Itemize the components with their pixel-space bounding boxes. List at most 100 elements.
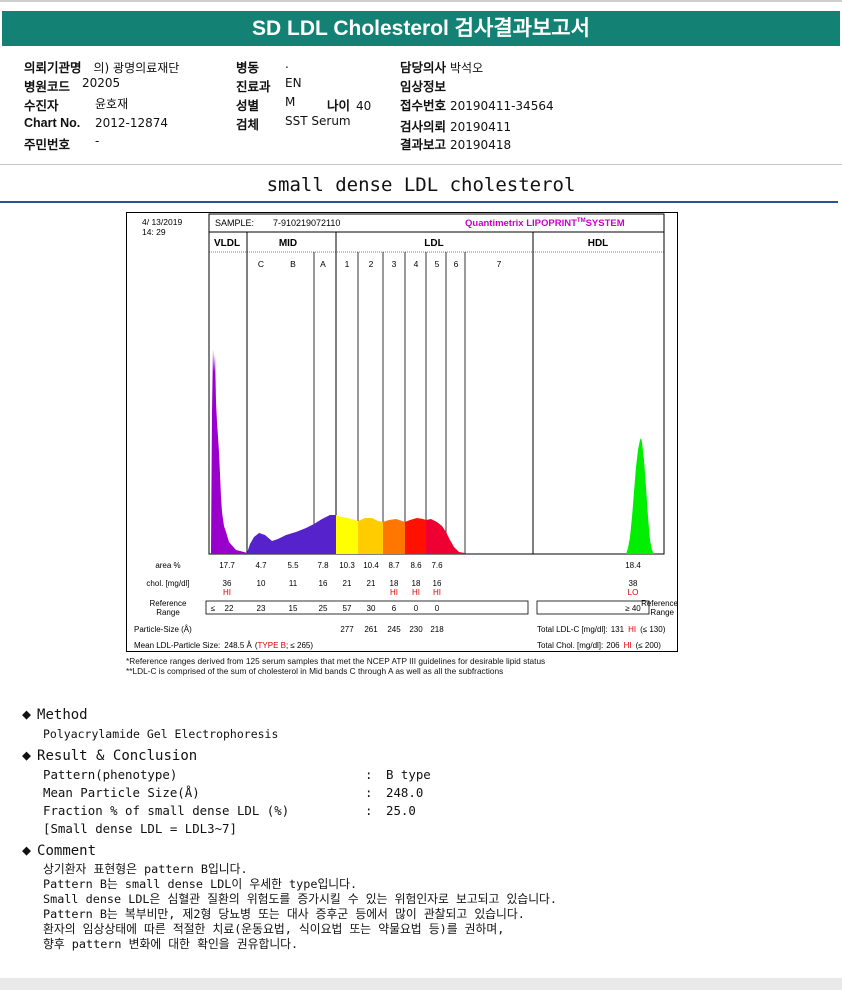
- doctor-value: 박석오: [450, 61, 484, 75]
- ldl5-band: [426, 519, 465, 554]
- result-sep-0: :: [365, 767, 373, 782]
- result-note: [Small dense LDL = LDL3~7]: [43, 821, 237, 836]
- ref-c: 23: [257, 604, 266, 613]
- diamond-bullet-icon: ◆: [22, 746, 32, 764]
- age-label: 나이: [327, 99, 351, 113]
- chol-vldl: 36: [223, 579, 232, 588]
- resident-no-row: 주민번호 -: [24, 134, 99, 153]
- chol-c: 10: [257, 579, 266, 588]
- institution-label: 의뢰기관명: [24, 61, 82, 75]
- clinical-info-label: 임상정보: [400, 80, 447, 94]
- ref-b: 15: [289, 604, 298, 613]
- chart-no-row: Chart No. 2012-12874: [24, 116, 168, 130]
- size-4: 230: [409, 625, 423, 634]
- lipoprint-panel: 4/ 13/2019 14: 29 SAMPLE: 7-910219072110…: [126, 212, 678, 652]
- sex-value: M: [285, 95, 296, 109]
- area-a: 7.8: [317, 561, 329, 570]
- area-vldl: 17.7: [219, 561, 235, 570]
- sex-row: 성별 M: [236, 95, 295, 114]
- receipt-no-label: 접수번호: [400, 99, 447, 113]
- clinical-info-row: 임상정보: [400, 76, 450, 95]
- department-value: EN: [285, 76, 302, 90]
- flag-vldl: HI: [223, 588, 231, 597]
- age-row: 나이 40: [327, 95, 371, 114]
- system-name: Quantimetrix LIPOPRINTTMSYSTEM: [465, 218, 625, 229]
- size-3: 245: [387, 625, 401, 634]
- chol-5: 16: [433, 579, 442, 588]
- request-date-row: 검사의뢰 20190411: [400, 116, 511, 135]
- divider: [0, 164, 842, 165]
- result-heading: ◆ Result & Conclusion: [22, 746, 198, 764]
- comment-line-2: Small dense LDL은 심혈관 질환의 위험도를 증가시킬 수 있는 …: [43, 892, 558, 906]
- area-5: 7.6: [431, 561, 443, 570]
- group-ldl: LDL: [424, 238, 443, 249]
- band-1: 1: [345, 259, 350, 269]
- area-hdl: 18.4: [625, 561, 641, 570]
- chart-no-value: 2012-12874: [95, 116, 169, 130]
- ref-vldl: 22: [225, 604, 234, 613]
- chol-2: 21: [367, 579, 376, 588]
- total-chol-row: Total Chol. [mg/dl]: 206 HI (≤ 200): [537, 641, 661, 650]
- mean-size-row: Mean LDL-Particle Size: 248.5 Å (TYPE B; ≤…: [134, 641, 313, 650]
- flag-5: HI: [433, 588, 441, 597]
- specimen-value: SST Serum: [285, 114, 351, 128]
- particle-label: Particle-Size (Å): [134, 625, 192, 634]
- sex-label: 성별: [236, 99, 260, 113]
- band-3: 3: [392, 259, 397, 269]
- ref-vldl-symbol: ≤: [211, 604, 216, 613]
- ref-a: 25: [319, 604, 328, 613]
- department-row: 진료과 EN: [236, 76, 302, 95]
- chol-3: 18: [390, 579, 399, 588]
- footnote-1: *Reference ranges derived from 125 serum…: [126, 656, 546, 666]
- band-a: A: [320, 259, 326, 269]
- ldl1-band: [336, 515, 358, 554]
- chol-hdl: 38: [629, 579, 638, 588]
- method-text: Polyacrylamide Gel Electrophoresis: [43, 727, 279, 741]
- result-label-0: Pattern(phenotype): [43, 767, 178, 782]
- ldl2-band: [358, 518, 383, 554]
- report-date-label: 결과보고: [400, 138, 447, 152]
- comment-line-3: Pattern B는 복부비만, 제2형 당뇨병 또는 대사 증후군 등에서 많…: [43, 907, 525, 921]
- flag-hdl: LO: [628, 588, 639, 597]
- recipient-row: 수진자 윤호재: [24, 95, 128, 114]
- lipoprint-chart: 4/ 13/2019 14: 29 SAMPLE: 7-910219072110…: [134, 213, 678, 650]
- comment-line-1: Pattern B는 small dense LDL이 우세한 type입니다.: [43, 877, 358, 891]
- flag-3: HI: [390, 588, 398, 597]
- group-mid: MID: [279, 238, 297, 249]
- chol-4: 18: [412, 579, 421, 588]
- chol-a: 16: [319, 579, 328, 588]
- report-subtitle: small dense LDL cholesterol: [266, 174, 576, 196]
- sample-label: SAMPLE:: [215, 218, 254, 228]
- request-date-label: 검사의뢰: [400, 120, 447, 134]
- hdl-peak: [626, 438, 654, 554]
- result-label-1: Mean Particle Size(Å): [43, 785, 200, 800]
- result-sep-1: :: [365, 785, 373, 800]
- specimen-row: 검체 SST Serum: [236, 114, 351, 133]
- group-hdl: HDL: [588, 238, 609, 249]
- mid-region: [247, 515, 336, 554]
- band-6: 6: [454, 259, 459, 269]
- area-3: 8.7: [388, 561, 400, 570]
- band-5: 5: [435, 259, 440, 269]
- comment-heading: ◆ Comment: [22, 841, 97, 859]
- total-ldl-row: Total LDL-C [mg/dl]: 131 HI (≤ 130): [537, 625, 666, 634]
- ref-label-2: Range: [156, 608, 180, 617]
- area-b: 5.5: [287, 561, 299, 570]
- recipient-label: 수진자: [24, 99, 59, 113]
- result-value-0: B type: [386, 767, 431, 782]
- chol-b: 11: [289, 579, 298, 588]
- resident-no-value: -: [95, 134, 100, 148]
- data-table: area % 17.7 4.7 5.5 7.8 10.3 10.4 8.7 8.…: [134, 561, 678, 650]
- vldl-peak: [211, 349, 247, 554]
- ref-hdl: ≥ 40: [625, 604, 641, 613]
- area-4: 8.6: [410, 561, 422, 570]
- area-c: 4.7: [255, 561, 267, 570]
- band-2: 2: [369, 259, 374, 269]
- institution-row: 의뢰기관명 의) 광명의료재단: [24, 57, 179, 76]
- band-separators: [246, 232, 534, 554]
- recipient-value: 윤호재: [95, 97, 129, 111]
- doctor-label: 담당의사: [400, 61, 447, 75]
- ward-value: .: [285, 57, 289, 71]
- report-date-row: 결과보고 20190418: [400, 134, 511, 153]
- result-label-2: Fraction % of small dense LDL (%): [43, 803, 290, 818]
